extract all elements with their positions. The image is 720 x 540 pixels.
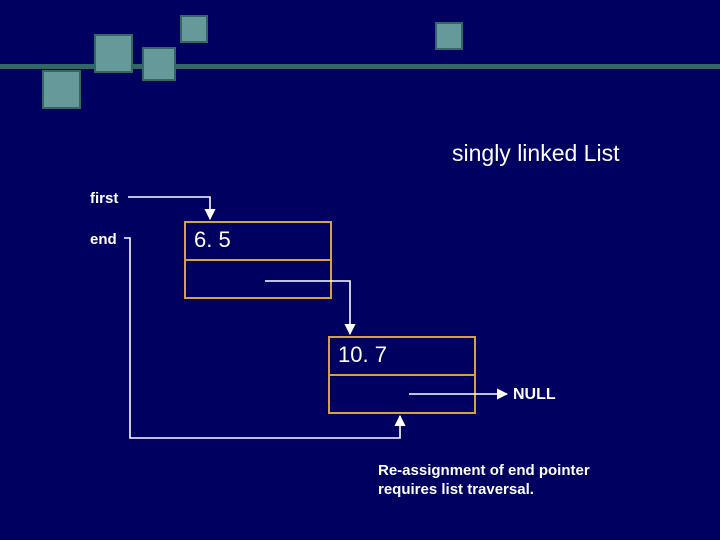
- caption-line: requires list traversal.: [378, 481, 534, 498]
- list-node: 10. 7: [328, 336, 476, 414]
- decor-square: [435, 22, 463, 50]
- pointer-label-end: end: [90, 231, 117, 248]
- arrow-overlay: [0, 0, 720, 540]
- decor-square: [42, 70, 81, 109]
- node-value: 10. 7: [330, 338, 474, 372]
- slide-caption: Re-assignment of end pointer requires li…: [378, 462, 590, 500]
- decor-square: [142, 47, 176, 81]
- node-value: 6. 5: [186, 223, 330, 257]
- decor-square: [94, 34, 133, 73]
- null-label: NULL: [513, 386, 556, 404]
- node-divider: [186, 259, 330, 261]
- list-node: 6. 5: [184, 221, 332, 299]
- decor-square: [180, 15, 208, 43]
- node-divider: [330, 374, 474, 376]
- slide-title: singly linked List: [452, 140, 619, 167]
- pointer-label-first: first: [90, 190, 118, 207]
- caption-line: Re-assignment of end pointer: [378, 462, 590, 479]
